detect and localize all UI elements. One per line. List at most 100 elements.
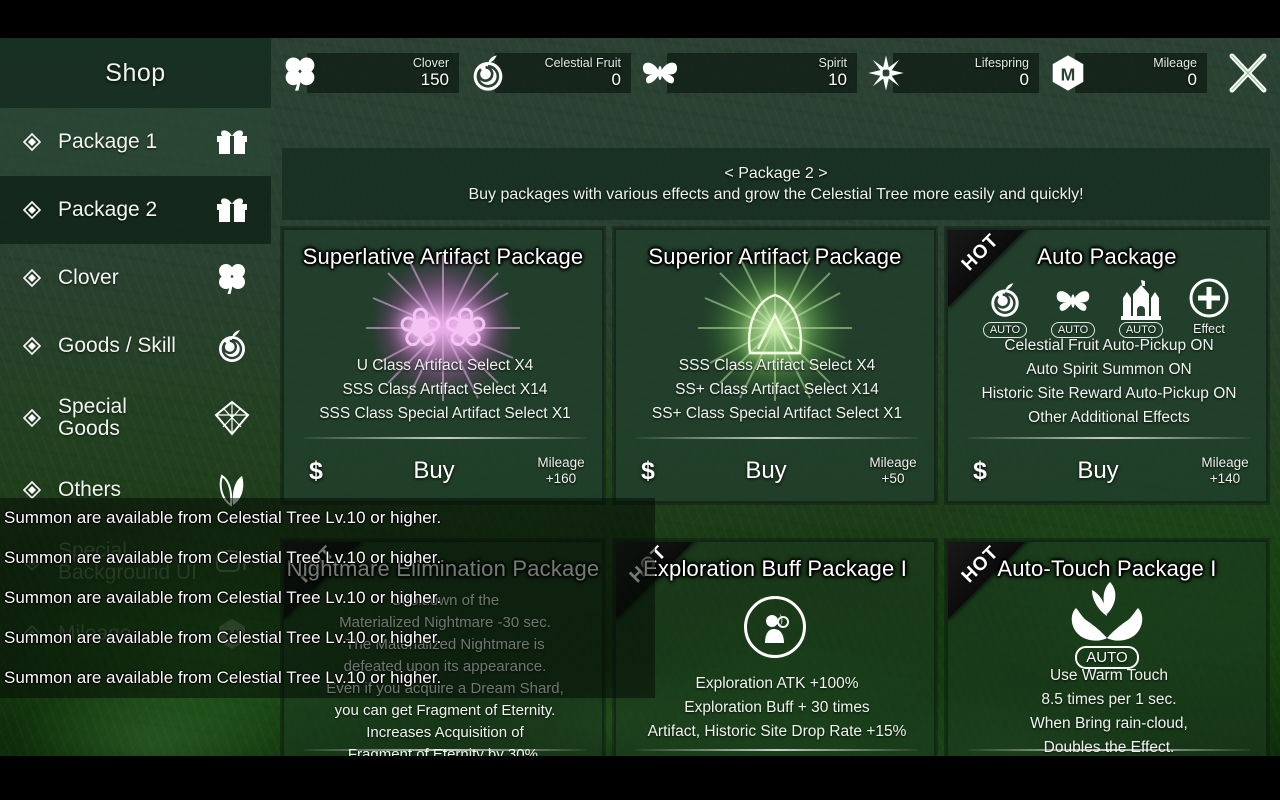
mileage-value: +160	[545, 471, 577, 486]
resource-lifespring[interactable]: Lifespring 0	[863, 52, 1039, 94]
clover-icon	[277, 51, 323, 95]
sidebar-header: Shop	[0, 38, 271, 108]
package-card-exploration-buff-1[interactable]: HOT Exploration Buff Package I Explorati…	[614, 540, 936, 756]
resource-value-box: Mileage 0	[1075, 53, 1207, 93]
swirl-fruit-icon	[985, 278, 1025, 320]
buy-button[interactable]: Buy	[348, 457, 520, 485]
toast-message: Summon are available from Celestial Tree…	[0, 498, 655, 538]
gift-icon	[211, 121, 253, 163]
sidebar-item-label: Special Goods	[58, 394, 127, 440]
resource-celestial-fruit[interactable]: Celestial Fruit 0	[465, 52, 631, 94]
resource-spirit[interactable]: Spirit 10	[637, 52, 857, 94]
resource-value-box: Celestial Fruit 0	[495, 53, 631, 93]
toast-message: Summon are available from Celestial Tree…	[0, 578, 655, 618]
resource-name: Lifespring	[974, 55, 1029, 70]
resource-name: Mileage	[1153, 55, 1197, 70]
card-description: SSS Class Artifact Select X4 SS+ Class A…	[651, 357, 903, 422]
auto-icon-row: AUTO AUTO AUTO Effect	[948, 268, 1266, 344]
toast-notification-stack: Summon are available from Celestial Tree…	[0, 498, 655, 698]
resource-bar: Clover 150 Celestial Fruit 0 Spirit 10 L…	[271, 38, 1280, 108]
card-divider	[304, 437, 586, 439]
package-card-superlative-artifact[interactable]: Superlative Artifact Package ❀❀	[282, 228, 604, 503]
resource-clover[interactable]: Clover 150	[277, 52, 459, 94]
explorer-circle-icon	[616, 586, 934, 668]
mileage-reward: Mileage +160	[520, 455, 602, 487]
buy-button[interactable]: Buy	[1012, 457, 1184, 485]
sidebar-item-package-1[interactable]: Package 1	[0, 108, 271, 176]
resource-value-box: Lifespring 0	[893, 53, 1039, 93]
swirl-fruit-icon	[211, 325, 253, 367]
diamond-bullet-icon	[22, 132, 42, 152]
resource-name: Celestial Fruit	[544, 55, 621, 70]
effect-cell: Effect	[1182, 278, 1236, 336]
page-title: Shop	[105, 58, 166, 87]
toast-message: Summon are available from Celestial Tree…	[0, 538, 655, 578]
diamond-bullet-icon	[22, 336, 42, 356]
plus-circle-icon	[1187, 278, 1231, 320]
game-viewport: Shop Package 1 Package 2 Clover Goods / …	[0, 38, 1280, 756]
card-divider	[304, 749, 586, 751]
resource-value: 150	[420, 69, 449, 89]
mileage-label: Mileage	[869, 455, 917, 470]
mileage-icon: M	[1045, 51, 1091, 95]
auto-spirit-cell: AUTO	[1046, 278, 1100, 338]
resource-value-box: Spirit 10	[667, 53, 857, 93]
card-description: Use Warm Touch 8.5 times per 1 sec. When…	[1030, 667, 1188, 756]
resource-value: 0	[611, 69, 621, 89]
game-screen: Shop Package 1 Package 2 Clover Goods / …	[0, 0, 1280, 800]
card-footer: $ Buy Mileage +160	[284, 441, 602, 501]
diamond-gem-icon	[211, 397, 253, 439]
sparkle-burst-icon	[863, 51, 909, 95]
buy-button[interactable]: Buy	[680, 457, 852, 485]
sidebar-item-free-clover[interactable]: Free Clover	[0, 748, 271, 756]
card-divider	[636, 437, 918, 439]
price-currency-icon: $	[973, 456, 987, 485]
butterfly-icon	[1052, 278, 1094, 320]
card-description: Exploration ATK +100% Exploration Buff +…	[647, 675, 907, 740]
resource-value: 0	[1019, 69, 1029, 89]
card-title: Exploration Buff Package I	[642, 556, 908, 581]
mileage-label: Mileage	[1201, 455, 1249, 470]
swirl-fruit-icon	[465, 51, 511, 95]
resource-name: Spirit	[818, 55, 847, 70]
letterbox-top	[0, 0, 1280, 38]
sidebar-item-label: Clover	[58, 265, 119, 289]
card-description: U Class Artifact Select X4 SSS Class Art…	[319, 357, 571, 422]
toast-message: Summon are available from Celestial Tree…	[0, 618, 655, 658]
toast-message: Summon are available from Celestial Tree…	[0, 658, 655, 698]
package-card-auto-touch-1[interactable]: HOT Auto-Touch Package I AUTO Use Warm T…	[946, 540, 1268, 756]
sidebar-item-special-goods[interactable]: Special Goods	[0, 380, 271, 456]
price-currency-icon: $	[309, 456, 323, 485]
package-card-superior-artifact[interactable]: Superior Artifact Package	[614, 228, 936, 503]
sidebar-item-label: Goods / Skill	[58, 333, 176, 357]
mileage-reward: Mileage +50	[852, 455, 934, 487]
mileage-value: +50	[881, 471, 905, 486]
card-divider	[636, 749, 918, 751]
diamond-bullet-icon	[22, 268, 42, 288]
auto-fruit-cell: AUTO	[978, 278, 1032, 338]
sidebar-item-label: Package 2	[58, 197, 158, 221]
sidebar-item-package-2[interactable]: Package 2	[0, 176, 271, 244]
diamond-bullet-icon	[22, 408, 42, 428]
butterfly-icon	[637, 51, 683, 95]
diamond-bullet-icon	[22, 480, 42, 500]
close-icon[interactable]	[1221, 47, 1273, 99]
package-card-auto[interactable]: HOT Auto Package AUTO AUTO AUTO Effect C…	[946, 228, 1268, 503]
hands-sprout-icon	[948, 578, 1266, 648]
price-currency-icon: $	[641, 456, 655, 485]
mileage-value: +140	[1209, 471, 1241, 486]
resource-mileage[interactable]: M Mileage 0	[1045, 52, 1207, 94]
flower-glyph: ❀❀	[397, 298, 489, 358]
banner-title: < Package 2 >	[724, 164, 828, 182]
sidebar-item-clover[interactable]: Clover	[0, 244, 271, 312]
diamond-bullet-icon	[22, 200, 42, 220]
clover-icon	[211, 257, 253, 299]
mileage-reward: Mileage +140	[1184, 455, 1266, 487]
resource-name: Clover	[412, 55, 449, 70]
resource-value: 0	[1187, 69, 1197, 89]
sidebar-item-goods-skill[interactable]: Goods / Skill	[0, 312, 271, 380]
svg-text:M: M	[1061, 65, 1076, 85]
resource-value: 10	[828, 69, 847, 89]
mileage-label: Mileage	[537, 455, 585, 470]
gift-icon	[211, 189, 253, 231]
